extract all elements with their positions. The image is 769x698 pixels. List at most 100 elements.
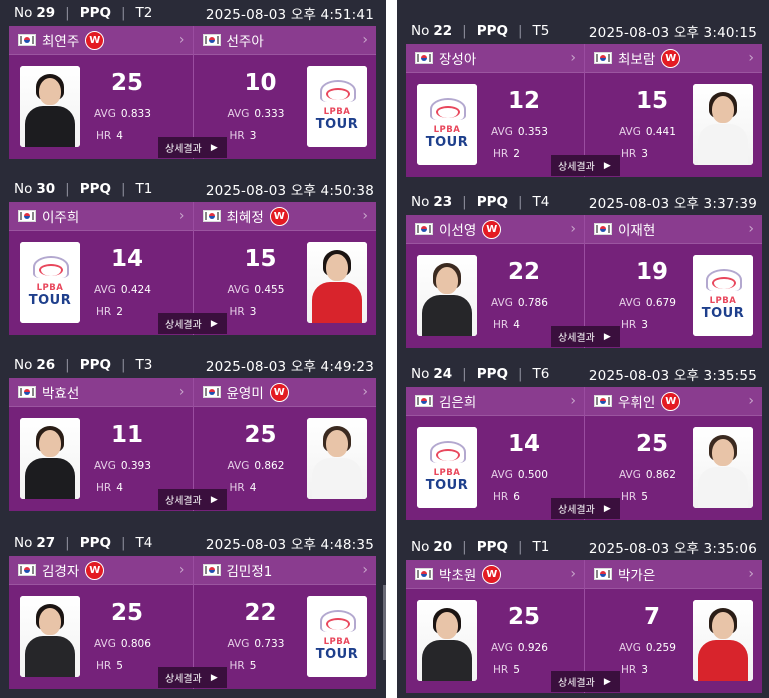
match-time: 2025-08-03 오후 3:35:55	[588, 368, 757, 384]
player-name-bar[interactable]: 최혜정 W ›	[193, 202, 376, 231]
detail-result-button[interactable]: 상세결과 ▶	[551, 326, 620, 347]
player-portrait	[20, 596, 80, 677]
player-name-bar[interactable]: 윤영미 W ›	[193, 378, 376, 407]
portrait-face	[436, 612, 458, 639]
hr-label: HR	[96, 130, 112, 142]
player-score: 7	[643, 604, 660, 630]
match-block: No 22 | PPQ | T5 2025-08-03 오후 3:40:15 장…	[397, 18, 769, 177]
chevron-right-icon: ›	[362, 562, 368, 578]
avg-value: 0.833	[120, 108, 151, 120]
play-triangle-icon: ▶	[603, 160, 611, 171]
korea-flag-icon	[202, 210, 221, 222]
player-avg: AVG 0.259	[619, 642, 676, 654]
player-name-bar[interactable]: 김경자 W ›	[9, 556, 193, 585]
detail-result-label: 상세결과	[558, 162, 595, 173]
player-portrait	[307, 242, 367, 323]
player-avg: AVG 0.733	[228, 638, 285, 650]
player-hr: HR 6	[493, 491, 520, 503]
match-no-label: No	[411, 23, 430, 39]
logo-text-lpba: LPBA	[709, 296, 737, 306]
hr-value: 3	[641, 664, 648, 676]
player-avg: AVG 0.679	[619, 297, 676, 309]
korea-flag-icon	[18, 564, 36, 576]
detail-result-button[interactable]: 상세결과 ▶	[158, 489, 227, 510]
player-name-bar[interactable]: 장성아 ›	[406, 44, 584, 73]
detail-result-button[interactable]: 상세결과 ▶	[551, 155, 620, 176]
avg-label: AVG	[491, 469, 513, 481]
match-block: No 26 | PPQ | T3 2025-08-03 오후 4:49:23 박…	[0, 352, 386, 511]
player-name-bar[interactable]: 우휘인 W ›	[585, 387, 762, 416]
player-name-bar[interactable]: 최연주 W ›	[9, 26, 193, 55]
detail-result-button[interactable]: 상세결과 ▶	[158, 137, 227, 158]
chevron-right-icon: ›	[178, 32, 185, 48]
player-name-bar[interactable]: 박가은 ›	[585, 560, 762, 589]
logo-text-lpba: LPBA	[433, 125, 461, 135]
player-name-bar[interactable]: 박효선 ›	[9, 378, 193, 407]
player-name-bar[interactable]: 이선영 W ›	[406, 215, 584, 244]
play-triangle-icon: ▶	[210, 494, 218, 505]
detail-result-button[interactable]: 상세결과 ▶	[158, 313, 227, 334]
player-hr: HR 4	[493, 319, 520, 331]
player-score: 10	[244, 70, 277, 96]
logo-swoosh-accent	[436, 106, 460, 118]
player-photo	[693, 427, 753, 508]
logo-swoosh-accent	[712, 277, 736, 289]
avg-label: AVG	[619, 642, 641, 654]
player-portrait	[20, 418, 80, 499]
player-name-bar[interactable]: 선주아 ›	[193, 26, 376, 55]
player-hr: HR 3	[230, 306, 257, 318]
hr-label: HR	[229, 306, 245, 318]
lpba-tour-logo: LPBA TOUR	[417, 427, 477, 508]
avg-value: 0.441	[645, 126, 676, 138]
player-name-bar[interactable]: 최보람 W ›	[585, 44, 762, 73]
portrait-body	[25, 458, 75, 499]
player-score: 12	[507, 88, 540, 114]
player-avg: AVG 0.393	[94, 460, 151, 472]
lpba-tour-logo: LPBA TOUR	[20, 242, 80, 323]
chevron-right-icon: ›	[570, 566, 576, 582]
player-portrait	[307, 418, 367, 499]
logo-text-tour: TOUR	[425, 478, 469, 493]
player-score: 25	[507, 604, 540, 630]
korea-flag-icon	[594, 52, 612, 64]
hr-value: 4	[513, 319, 520, 331]
hr-label: HR	[621, 319, 637, 331]
player-name-bar[interactable]: 김은희 ›	[406, 387, 584, 416]
match-type: PPQ	[476, 194, 508, 210]
match-type: PPQ	[476, 366, 508, 382]
player-name-bar[interactable]: 이재현 ›	[585, 215, 762, 244]
detail-result-button[interactable]: 상세결과 ▶	[551, 498, 620, 519]
detail-result-label: 상세결과	[165, 496, 202, 507]
logo-swoosh-accent	[39, 264, 63, 276]
match-header: No 30 | PPQ | T1 2025-08-03 오후 4:50:38	[0, 176, 386, 202]
hr-value: 5	[641, 491, 648, 503]
match-number: 22	[433, 23, 453, 39]
match-type: PPQ	[79, 181, 111, 197]
player-score: 15	[635, 88, 668, 114]
player-name-bar[interactable]: 이주희 ›	[9, 202, 193, 231]
player-name-bar[interactable]: 박초원 W ›	[406, 560, 584, 589]
player-portrait	[417, 600, 477, 681]
portrait-body	[698, 640, 748, 681]
korea-flag-icon	[18, 210, 36, 222]
scrollbar-thumb[interactable]	[383, 585, 386, 660]
player-name-bar[interactable]: 김민정1 ›	[193, 556, 376, 585]
player-name: 윤영미	[226, 386, 264, 402]
logo-swoosh-accent	[326, 618, 350, 630]
detail-result-button[interactable]: 상세결과 ▶	[551, 671, 620, 692]
player-portrait	[693, 600, 753, 681]
portrait-face	[326, 430, 348, 457]
chevron-right-icon: ›	[748, 566, 754, 582]
header-divider: |	[462, 539, 467, 555]
avg-label: AVG	[94, 108, 116, 120]
win-badge: W	[661, 391, 681, 411]
player-portrait	[20, 66, 80, 147]
hr-value: 5	[513, 664, 520, 676]
match-card: 최연주 W › 25 AVG 0.833 HR 4 선주아 › LPBA TOUR 1…	[9, 26, 376, 159]
hr-value: 6	[513, 491, 520, 503]
header-divider: |	[65, 5, 70, 21]
detail-result-button[interactable]: 상세결과 ▶	[158, 667, 227, 688]
player-photo	[307, 242, 367, 323]
player-name: 김경자	[42, 564, 80, 580]
match-header: No 22 | PPQ | T5 2025-08-03 오후 3:40:15	[397, 18, 769, 44]
